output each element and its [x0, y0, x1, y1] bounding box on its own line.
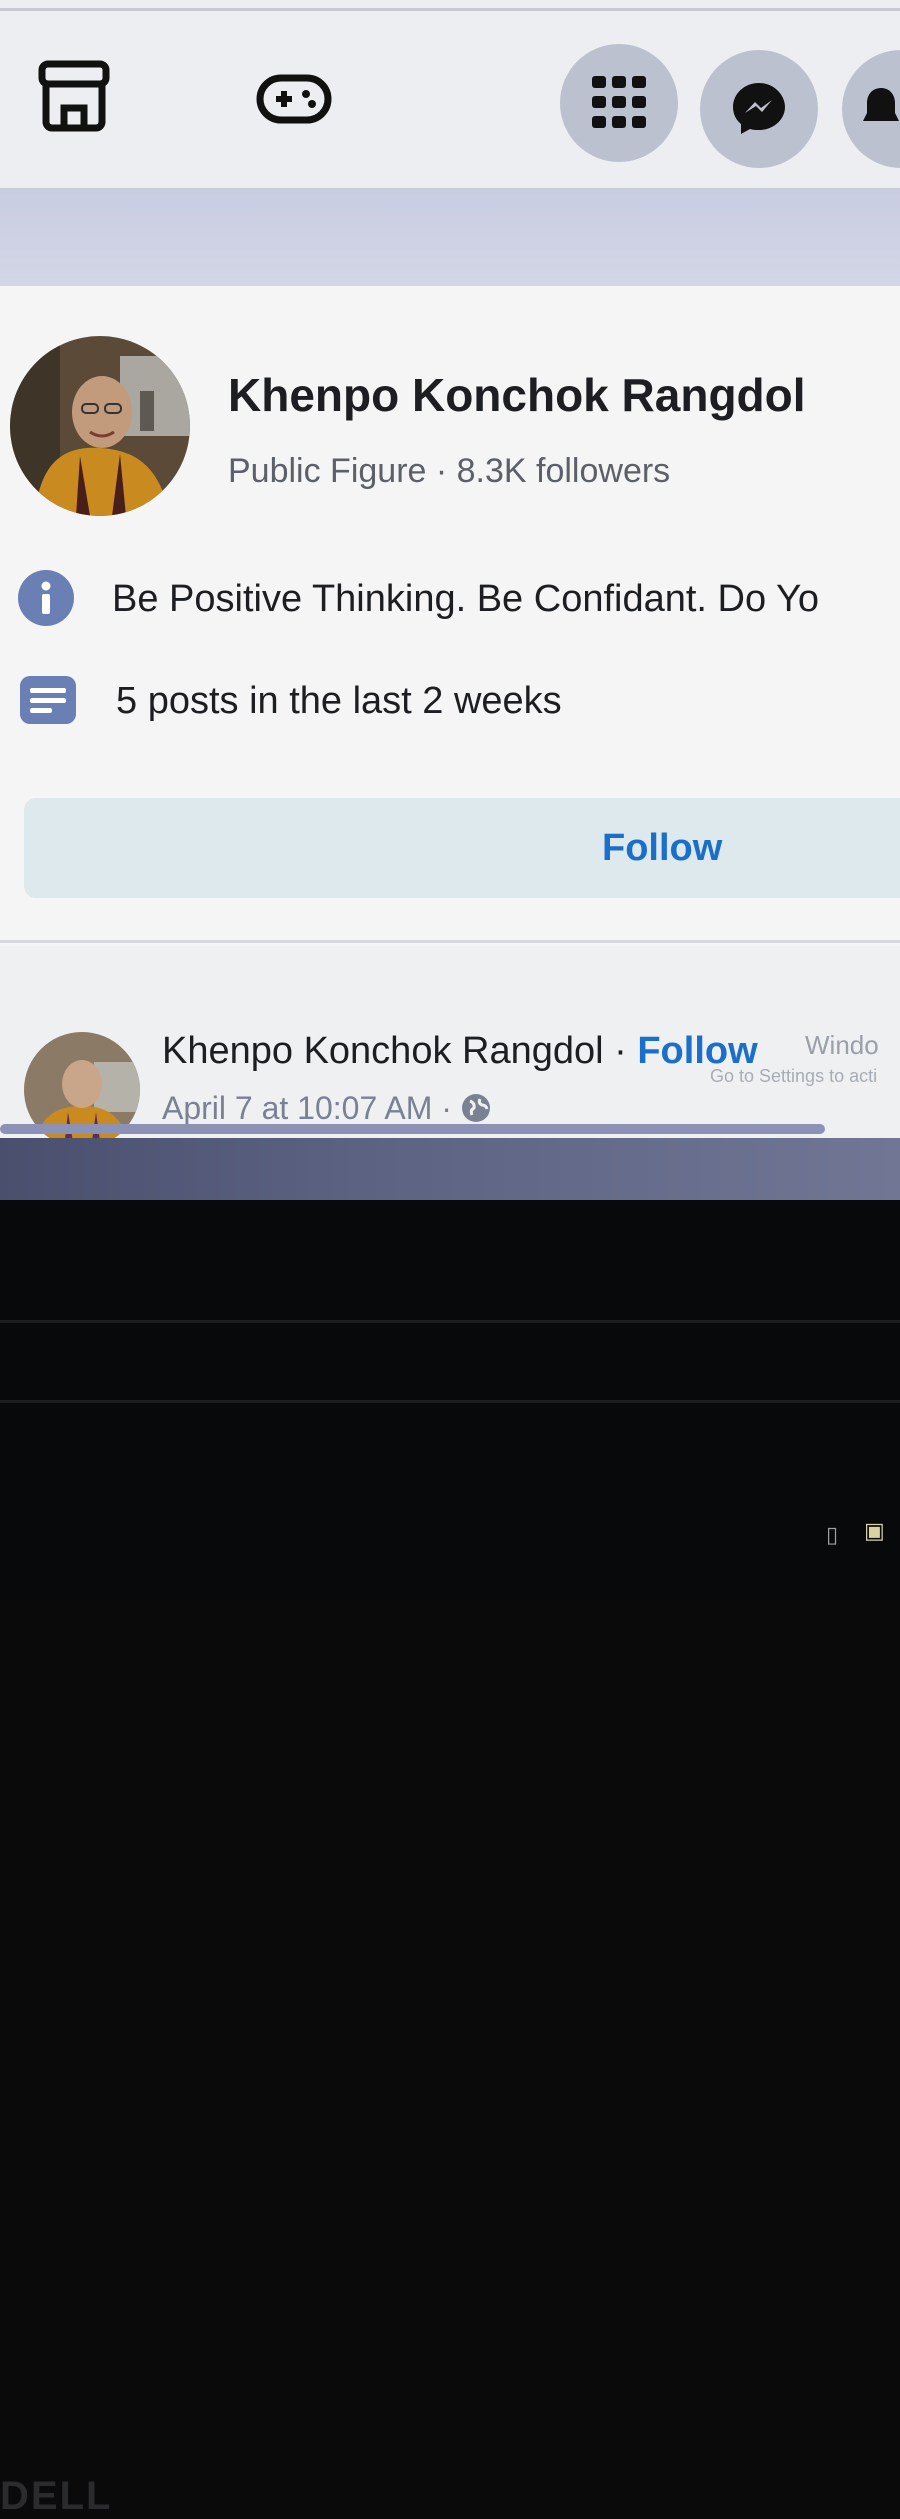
notifications-button[interactable]	[842, 50, 900, 168]
content-gap	[0, 190, 900, 286]
bezel-edge-lower	[0, 1400, 900, 1403]
follow-button[interactable]: Follow	[24, 798, 900, 898]
post-author-line: Khenpo Konchok Rangdol · Follow	[162, 1030, 758, 1073]
horizontal-scrollbar[interactable]	[0, 1124, 825, 1134]
messenger-button[interactable]	[700, 50, 818, 168]
screen: Khenpo Konchok Rangdol Public Figure · 8…	[0, 0, 900, 1200]
browser-edge	[0, 8, 900, 11]
battery-indicator-icon: ▣	[864, 1518, 885, 1543]
page-title[interactable]: Khenpo Konchok Rangdol	[228, 368, 806, 422]
menu-grid-icon	[592, 76, 646, 128]
follow-button-label: Follow	[602, 826, 723, 869]
gaming-icon[interactable]	[256, 74, 332, 124]
marketplace-icon[interactable]	[36, 58, 112, 132]
post-date-text[interactable]: April 7 at 10:07 AM ·	[162, 1090, 461, 1126]
notifications-icon	[863, 88, 899, 121]
top-navigation-bar	[0, 0, 900, 190]
globe-icon	[461, 1094, 490, 1122]
menu-grid-button[interactable]	[560, 44, 678, 162]
post-image-preview	[0, 1138, 900, 1200]
page-category-followers: Public Figure · 8.3K followers	[228, 452, 671, 490]
divider	[0, 940, 900, 943]
info-icon	[18, 570, 74, 631]
profile-avatar[interactable]	[10, 336, 190, 516]
laptop-bezel: DELL ▯ ▣	[0, 1200, 900, 2518]
windows-activation-title: Windo	[805, 1030, 879, 1060]
windows-activation-hint: Go to Settings to acti	[710, 1066, 878, 1086]
page-intro: Be Positive Thinking. Be Confidant. Do Y…	[112, 578, 819, 620]
disk-indicator-icon: ▯	[826, 1522, 839, 1547]
post-author-name[interactable]: Khenpo Konchok Rangdol ·	[162, 1030, 637, 1072]
post-timestamp: April 7 at 10:07 AM ·	[162, 1090, 491, 1127]
posts-icon	[20, 676, 76, 731]
messenger-icon	[733, 83, 785, 134]
post-frequency: 5 posts in the last 2 weeks	[116, 680, 562, 722]
bezel-edge	[0, 1320, 900, 1323]
brand-logo: DELL	[0, 2474, 113, 2518]
